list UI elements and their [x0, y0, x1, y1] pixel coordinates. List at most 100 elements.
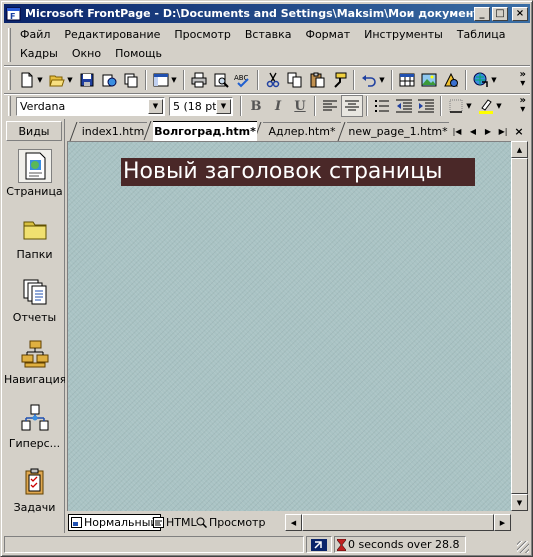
bullets-button[interactable]: [371, 95, 393, 117]
menu-window[interactable]: Окно: [72, 47, 101, 60]
menu-insert[interactable]: Вставка: [245, 28, 292, 41]
vertical-scrollbar[interactable]: ▲ ▼: [511, 141, 528, 511]
menu-grip[interactable]: [8, 28, 11, 62]
spelling-button[interactable]: ABC: [232, 69, 254, 91]
menu-table[interactable]: Таблица: [457, 28, 506, 41]
drawing-button[interactable]: [440, 69, 462, 91]
borders-icon: [449, 99, 463, 113]
open-button[interactable]: [46, 69, 68, 91]
page-editor-canvas[interactable]: Новый заголовок страницы: [67, 141, 511, 511]
insert-table-button[interactable]: [396, 69, 418, 91]
menu-file[interactable]: Файл: [20, 28, 50, 41]
borders-dropdown-arrow[interactable]: ▼: [465, 102, 473, 110]
highlight-button[interactable]: [475, 95, 497, 117]
scroll-up-icon[interactable]: ▲: [511, 141, 528, 158]
navigation-icon: [18, 337, 52, 371]
scroll-down-icon[interactable]: ▼: [511, 494, 528, 511]
toolbar-grip[interactable]: [8, 70, 11, 90]
toggle-pane-dropdown-arrow[interactable]: ▼: [170, 76, 178, 84]
scroll-thumb[interactable]: [511, 158, 528, 494]
view-page-label: Страница: [6, 185, 63, 198]
frontpage-window: F Microsoft FrontPage - D:\Documents and…: [0, 0, 533, 557]
print-button[interactable]: [188, 69, 210, 91]
scroll-right-icon[interactable]: ▶: [494, 514, 511, 531]
insert-picture-button[interactable]: [418, 69, 440, 91]
menu-edit[interactable]: Редактирование: [64, 28, 160, 41]
hyperlink-globe-icon: [473, 72, 488, 87]
align-center-button[interactable]: [341, 95, 363, 117]
tab-volgograd-label: Волгоград.htm*: [154, 125, 256, 138]
menu-view[interactable]: Просмотр: [174, 28, 230, 41]
copy-button[interactable]: [284, 69, 306, 91]
title-bar[interactable]: F Microsoft FrontPage - D:\Documents and…: [4, 4, 530, 23]
horizontal-scroll-thumb[interactable]: [302, 514, 494, 531]
view-hyperlinks[interactable]: Гиперс...: [4, 397, 65, 455]
horizontal-scrollbar[interactable]: ◀ ▶: [285, 514, 511, 531]
last-tab-icon[interactable]: ▶|: [497, 124, 509, 138]
previous-tab-icon[interactable]: ◀: [467, 124, 479, 138]
menu-format[interactable]: Формат: [305, 28, 350, 41]
tab-volgograd[interactable]: Волгоград.htm*: [153, 121, 257, 141]
toggle-pane-icon: [153, 73, 169, 87]
minimize-button[interactable]: _: [474, 6, 490, 21]
maximize-button[interactable]: □: [492, 6, 508, 21]
publish-button[interactable]: [98, 69, 120, 91]
close-tab-icon[interactable]: ×: [513, 124, 525, 138]
view-reports[interactable]: Отчеты: [4, 271, 65, 329]
toolbar-grip[interactable]: [8, 96, 11, 116]
font-size-select[interactable]: 5 (18 pt) ▼: [169, 96, 233, 116]
highlight-dropdown-arrow[interactable]: ▼: [495, 102, 503, 110]
insert-hyperlink-button[interactable]: [470, 69, 492, 91]
tab-preview[interactable]: Просмотр: [194, 514, 267, 531]
bold-button[interactable]: B: [245, 95, 267, 117]
increase-indent-button[interactable]: [415, 95, 437, 117]
menu-tools[interactable]: Инструменты: [364, 28, 443, 41]
borders-button[interactable]: [445, 95, 467, 117]
page-heading[interactable]: Новый заголовок страницы: [121, 158, 475, 186]
cut-button[interactable]: [262, 69, 284, 91]
tab-adler[interactable]: Адлер.htm*: [263, 122, 341, 140]
toolbar-separator: [145, 70, 147, 90]
hyperlink-dropdown-arrow[interactable]: ▼: [490, 76, 498, 84]
paste-button[interactable]: [306, 69, 328, 91]
tab-html[interactable]: HTML: [151, 514, 199, 531]
menu-frames[interactable]: Кадры: [20, 47, 58, 60]
font-select[interactable]: Verdana ▼: [16, 96, 165, 116]
format-painter-icon: [334, 72, 347, 88]
first-tab-icon[interactable]: |◀: [451, 124, 463, 138]
view-navigation[interactable]: Навигация: [4, 333, 65, 391]
new-page-button[interactable]: [16, 69, 38, 91]
view-folders[interactable]: Папки: [4, 208, 65, 266]
toolbar-options-chevron-icon[interactable]: » ▾: [520, 70, 526, 89]
scroll-left-icon[interactable]: ◀: [285, 514, 302, 531]
preview-in-browser-button[interactable]: [210, 69, 232, 91]
download-time-pane[interactable]: 0 seconds over 28.8: [334, 536, 466, 553]
align-left-button[interactable]: [319, 95, 341, 117]
chevron-down-icon[interactable]: ▼: [216, 98, 231, 114]
new-dropdown-arrow[interactable]: ▼: [36, 76, 44, 84]
menu-help[interactable]: Помощь: [115, 47, 162, 60]
next-tab-icon[interactable]: ▶: [482, 124, 494, 138]
format-painter-button[interactable]: [328, 69, 350, 91]
tab-new-page-1[interactable]: new_page_1.htm*: [347, 122, 449, 140]
open-dropdown-arrow[interactable]: ▼: [66, 76, 74, 84]
toolbar-separator: [353, 70, 355, 90]
toolbar-options-chevron-icon[interactable]: » ▾: [520, 96, 526, 115]
close-button[interactable]: ×: [512, 6, 528, 21]
undo-button[interactable]: [358, 69, 380, 91]
view-page[interactable]: Страница: [4, 145, 65, 203]
tab-index1[interactable]: index1.htm: [79, 122, 147, 140]
folder-list-button[interactable]: [120, 69, 142, 91]
toggle-pane-button[interactable]: [150, 69, 172, 91]
resize-grip[interactable]: [517, 541, 529, 553]
italic-button[interactable]: I: [267, 95, 289, 117]
menu-bar: Файл Редактирование Просмотр Вставка Фор…: [4, 25, 530, 65]
undo-dropdown-arrow[interactable]: ▼: [378, 76, 386, 84]
save-button[interactable]: [76, 69, 98, 91]
tab-normal[interactable]: Нормальный: [68, 514, 161, 531]
svg-text:F: F: [10, 12, 15, 21]
decrease-indent-button[interactable]: [393, 95, 415, 117]
view-tasks[interactable]: Задачи: [4, 461, 65, 519]
underline-button[interactable]: U: [289, 95, 311, 117]
chevron-down-icon[interactable]: ▼: [148, 98, 163, 114]
